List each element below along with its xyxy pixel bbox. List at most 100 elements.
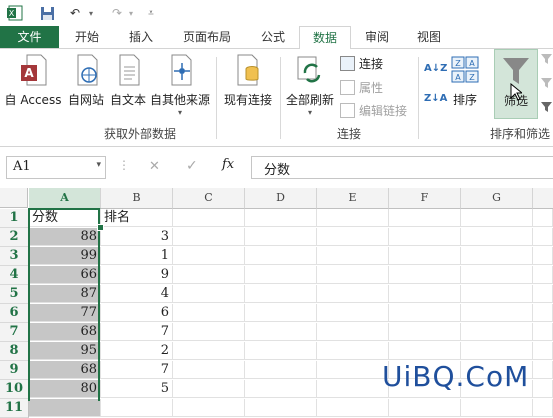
cell-e8[interactable] xyxy=(317,342,389,360)
column-header-f[interactable]: F xyxy=(389,188,461,209)
cell-f8[interactable] xyxy=(389,342,461,360)
column-header-c[interactable]: C xyxy=(173,188,245,209)
refresh-all-button[interactable]: 全部刷新 ▾ xyxy=(284,53,336,117)
cell-a4[interactable]: 66 xyxy=(29,266,101,284)
cell-a5[interactable]: 87 xyxy=(29,285,101,303)
cell-c1[interactable] xyxy=(173,209,245,227)
properties-button[interactable]: 属性 xyxy=(340,79,383,96)
sort-descending-button[interactable]: Z↓A xyxy=(424,93,447,104)
cell-e4[interactable] xyxy=(317,266,389,284)
row-header[interactable]: 4 xyxy=(0,266,29,285)
formula-bar-handle-icon[interactable]: ⋮ xyxy=(118,158,130,172)
cell-g6[interactable] xyxy=(461,304,533,322)
cell-f2[interactable] xyxy=(389,228,461,246)
row-header[interactable]: 1 xyxy=(0,209,29,228)
cell-g5[interactable] xyxy=(461,285,533,303)
column-header-g[interactable]: G xyxy=(461,188,533,209)
row-header[interactable]: 6 xyxy=(0,304,29,323)
cell-e5[interactable] xyxy=(317,285,389,303)
cancel-icon[interactable]: ✕ xyxy=(149,159,160,174)
save-icon[interactable] xyxy=(38,4,56,22)
cell-h7[interactable] xyxy=(533,323,553,341)
cell-a1[interactable]: 分数 xyxy=(29,209,101,227)
cell-b6[interactable]: 6 xyxy=(101,304,173,322)
cell-c7[interactable] xyxy=(173,323,245,341)
cell-f3[interactable] xyxy=(389,247,461,265)
cell-c4[interactable] xyxy=(173,266,245,284)
cell-a7[interactable]: 68 xyxy=(29,323,101,341)
cell-d11[interactable] xyxy=(245,399,317,417)
cell-c11[interactable] xyxy=(173,399,245,417)
advanced-filter-button[interactable] xyxy=(540,101,553,114)
cell-h5[interactable] xyxy=(533,285,553,303)
cell-d9[interactable] xyxy=(245,361,317,379)
tab-review[interactable]: 审阅 xyxy=(354,26,400,48)
cell-c6[interactable] xyxy=(173,304,245,322)
tab-formulas[interactable]: 公式 xyxy=(248,26,298,48)
cell-a10[interactable]: 80 xyxy=(29,380,101,398)
cell-b3[interactable]: 1 xyxy=(101,247,173,265)
existing-connections-button[interactable]: 现有连接 xyxy=(220,53,276,108)
cell-b11[interactable] xyxy=(101,399,173,417)
cell-g8[interactable] xyxy=(461,342,533,360)
row-header[interactable]: 2 xyxy=(0,228,29,247)
name-box[interactable]: A1 ▾ xyxy=(6,156,106,179)
from-other-sources-button[interactable]: 自其他来源 ▾ xyxy=(148,53,212,117)
redo-icon[interactable]: ↷ xyxy=(108,4,126,22)
formula-input[interactable]: 分数 xyxy=(251,156,553,179)
from-web-button[interactable]: 自网站 xyxy=(64,53,108,108)
cell-g3[interactable] xyxy=(461,247,533,265)
reapply-button[interactable] xyxy=(540,77,553,90)
tab-view[interactable]: 视图 xyxy=(406,26,452,48)
cell-a3[interactable]: 99 xyxy=(29,247,101,265)
cell-e2[interactable] xyxy=(317,228,389,246)
chevron-down-icon[interactable]: ▾ xyxy=(96,160,101,170)
cell-f1[interactable] xyxy=(389,209,461,227)
cell-b4[interactable]: 9 xyxy=(101,266,173,284)
cell-c3[interactable] xyxy=(173,247,245,265)
cell-g4[interactable] xyxy=(461,266,533,284)
row-header[interactable]: 11 xyxy=(0,399,29,418)
redo-dropdown-icon[interactable]: ▾ xyxy=(126,4,136,22)
tab-home[interactable]: 开始 xyxy=(62,26,112,48)
tab-insert[interactable]: 插入 xyxy=(116,26,166,48)
cell-e9[interactable] xyxy=(317,361,389,379)
from-text-button[interactable]: 自文本 xyxy=(108,53,148,108)
cell-a6[interactable]: 77 xyxy=(29,304,101,322)
cell-d8[interactable] xyxy=(245,342,317,360)
cell-b5[interactable]: 4 xyxy=(101,285,173,303)
cell-g1[interactable] xyxy=(461,209,533,227)
customize-qat-icon[interactable]: ⩡ xyxy=(146,4,156,22)
row-header[interactable]: 5 xyxy=(0,285,29,304)
tab-data[interactable]: 数据 xyxy=(299,26,351,50)
cell-h4[interactable] xyxy=(533,266,553,284)
cell-d4[interactable] xyxy=(245,266,317,284)
undo-icon[interactable]: ↶ xyxy=(66,4,84,22)
cell-d1[interactable] xyxy=(245,209,317,227)
cell-a11[interactable] xyxy=(29,399,101,417)
cell-c5[interactable] xyxy=(173,285,245,303)
cell-g7[interactable] xyxy=(461,323,533,341)
cell-e6[interactable] xyxy=(317,304,389,322)
connections-button[interactable]: 连接 xyxy=(340,55,383,72)
cell-d3[interactable] xyxy=(245,247,317,265)
cell-c10[interactable] xyxy=(173,380,245,398)
cell-c2[interactable] xyxy=(173,228,245,246)
fill-handle[interactable] xyxy=(97,224,104,231)
edit-links-button[interactable]: 编辑链接 xyxy=(340,102,407,119)
cell-b2[interactable]: 3 xyxy=(101,228,173,246)
cell-f5[interactable] xyxy=(389,285,461,303)
cell-h6[interactable] xyxy=(533,304,553,322)
cell-e11[interactable] xyxy=(317,399,389,417)
cell-d7[interactable] xyxy=(245,323,317,341)
cell-h8[interactable] xyxy=(533,342,553,360)
cell-a8[interactable]: 95 xyxy=(29,342,101,360)
cell-d10[interactable] xyxy=(245,380,317,398)
column-header-b[interactable]: B xyxy=(101,188,173,209)
row-header[interactable]: 8 xyxy=(0,342,29,361)
cell-e1[interactable] xyxy=(317,209,389,227)
select-all-corner[interactable] xyxy=(0,188,28,208)
cell-a2[interactable]: 88 xyxy=(29,228,101,246)
tab-file[interactable]: 文件 xyxy=(0,26,59,48)
sort-ascending-button[interactable]: A↓Z xyxy=(424,63,447,74)
